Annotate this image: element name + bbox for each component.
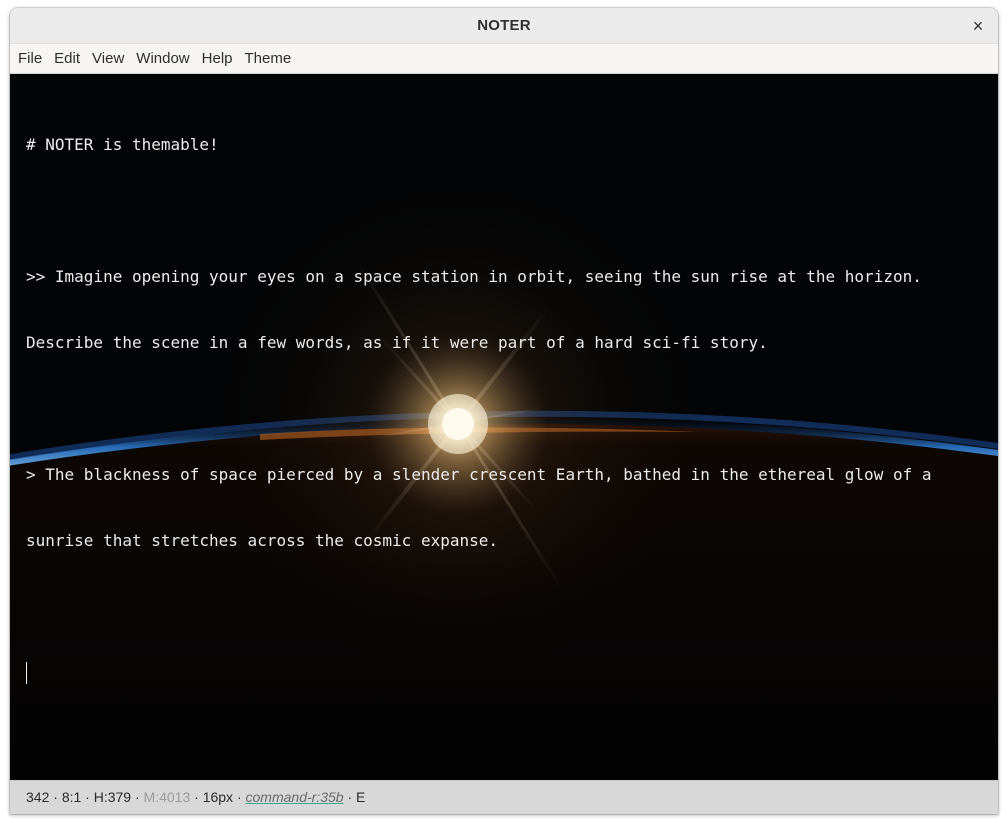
editor-line: # NOTER is themable! — [26, 135, 219, 154]
status-h-count: H:379 — [93, 789, 132, 805]
status-mode[interactable]: E — [356, 789, 365, 805]
title-bar[interactable]: NOTER × — [10, 8, 998, 44]
status-separator: · — [343, 789, 357, 805]
menu-edit[interactable]: Edit — [48, 45, 86, 73]
editor-line-current — [26, 662, 976, 684]
status-m-count: M:4013 — [143, 789, 191, 805]
status-separator: · — [190, 789, 203, 805]
menu-window[interactable]: Window — [130, 45, 195, 73]
status-char-count: 342 — [26, 789, 50, 805]
close-icon: × — [972, 16, 984, 36]
status-bar: 342 · 8:1 · H:379 · M:4013 · 16px · comm… — [10, 780, 998, 814]
status-separator: · — [233, 789, 246, 805]
editor-line: sunrise that stretches across the cosmic… — [26, 531, 499, 550]
menu-theme[interactable]: Theme — [239, 45, 298, 73]
close-button[interactable]: × — [966, 14, 990, 38]
editor-text[interactable]: # NOTER is themable! >> Imagine opening … — [26, 90, 976, 728]
editor-line: >> Imagine opening your eyes on a space … — [26, 267, 922, 286]
menu-help[interactable]: Help — [196, 45, 239, 73]
editor-area[interactable]: # NOTER is themable! >> Imagine opening … — [10, 74, 998, 780]
status-font-size[interactable]: 16px — [203, 789, 233, 805]
menu-view[interactable]: View — [86, 45, 130, 73]
status-separator: · — [81, 789, 94, 805]
editor-line: > The blackness of space pierced by a sl… — [26, 465, 932, 484]
editor-line: Describe the scene in a few words, as if… — [26, 333, 768, 352]
status-separator: · — [49, 789, 62, 805]
window-title: NOTER — [477, 17, 531, 34]
status-cursor-position: 8:1 — [61, 789, 82, 805]
status-separator: · — [131, 789, 144, 805]
app-window: NOTER × File Edit View Window Help Theme — [10, 8, 998, 814]
menu-file[interactable]: File — [12, 45, 48, 73]
status-model-link[interactable]: command-r:35b — [246, 789, 344, 805]
text-cursor — [26, 662, 27, 684]
menu-bar: File Edit View Window Help Theme — [10, 44, 998, 74]
